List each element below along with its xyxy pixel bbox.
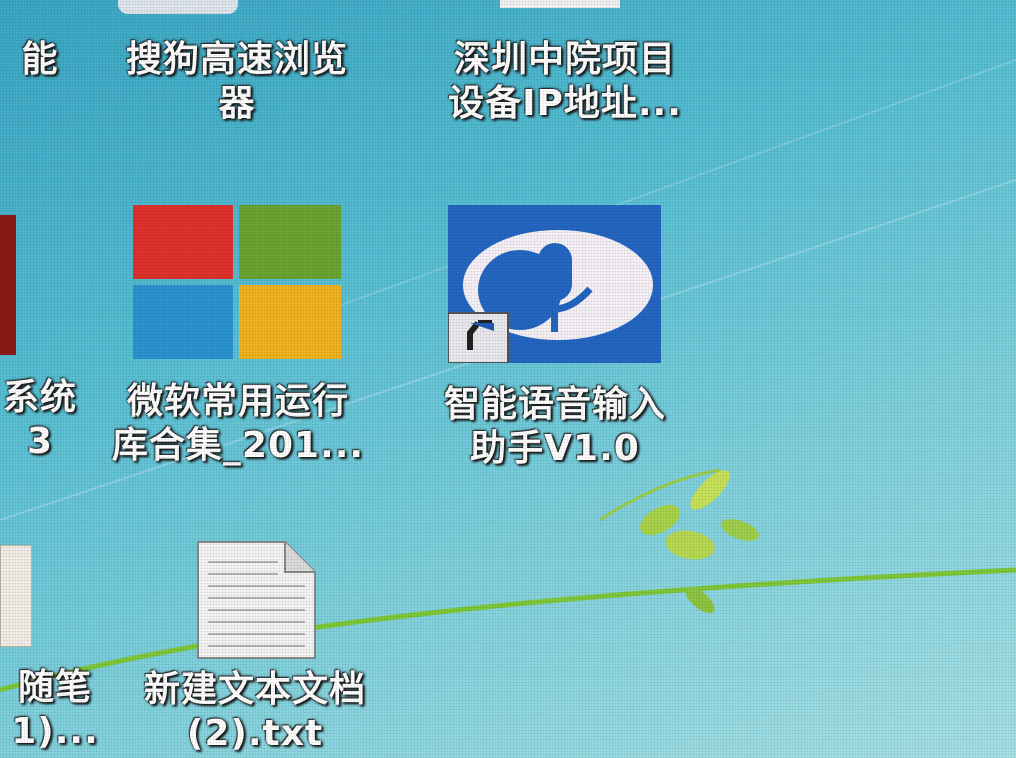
desktop-icon-cut-row2[interactable]: 系统 3 (0, 376, 80, 464)
project-icon-partial (500, 0, 620, 8)
icon-label-line1: 搜狗高速浏览 (125, 39, 348, 80)
icon-label-line1: 智能语音输入 (443, 384, 666, 425)
notes-icon-partial (0, 545, 32, 647)
icon-label-line1: 深圳中院项目 (453, 39, 676, 80)
icon-label: 能 (21, 39, 59, 80)
icon-label-line2: 器 (218, 83, 256, 124)
desktop-icon-new-text-document[interactable]: 新建文本文档 (2).txt (110, 540, 400, 756)
microphone-icon (447, 205, 661, 363)
desktop-icon-cut-row3[interactable]: 随笔 1)... (0, 666, 110, 754)
icon-label-line2: 设备IP地址... (448, 83, 682, 124)
icon-label-line1: 微软常用运行 (126, 381, 349, 422)
icon-label-line2: 库合集_201... (111, 425, 365, 466)
icon-label-line2: (2).txt (186, 713, 324, 754)
icon-label-line2: 助手V1.0 (470, 428, 640, 469)
desktop-icon-sogou-browser[interactable]: 搜狗高速浏览 器 (82, 38, 392, 126)
icon-label-line1: 新建文本文档 (143, 669, 366, 710)
browser-icon-partial (118, 0, 238, 14)
desktop-icon-voice-input[interactable]: 智能语音输入 助手V1.0 (405, 205, 705, 471)
text-document-icon (197, 541, 316, 659)
icon-label-line2: 3 (26, 421, 54, 462)
windows-logo-icon (133, 205, 341, 359)
system-icon-partial (0, 215, 16, 355)
icon-label-line1: 随笔 (17, 667, 92, 708)
desktop-icon-ms-runtime[interactable]: 微软常用运行 库合集_201... (88, 205, 388, 468)
desktop-icon-project-ip[interactable]: 深圳中院项目 设备IP地址... (405, 38, 725, 126)
icon-label-line1: 系统 (2, 377, 77, 418)
icon-label-line2: 1)... (11, 711, 99, 752)
desktop-icon-cut-row1[interactable]: 能 (0, 38, 80, 82)
